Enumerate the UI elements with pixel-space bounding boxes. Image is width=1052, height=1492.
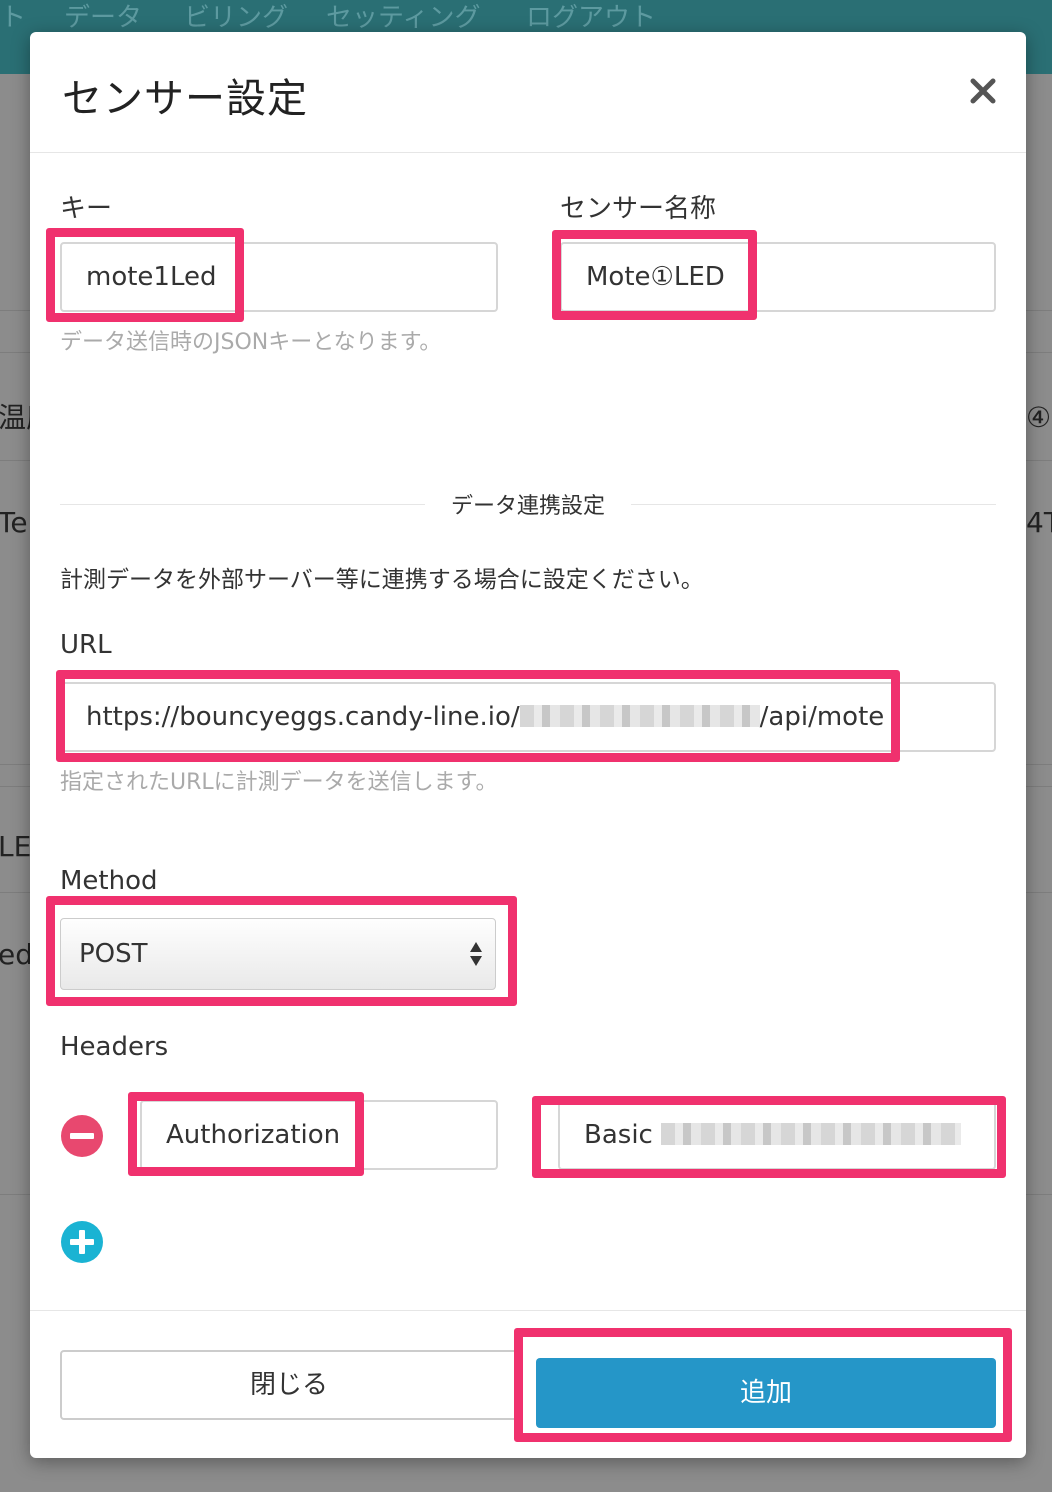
- nav-item-logout[interactable]: ログアウト: [526, 0, 656, 36]
- background-cell-text: LEI: [0, 830, 30, 863]
- background-row-divider: [0, 764, 30, 765]
- background-row-divider: [1026, 460, 1052, 461]
- redacted-text: [519, 704, 760, 727]
- dialog-title: センサー設定: [62, 76, 308, 122]
- nav-item-billing[interactable]: ビリング: [184, 0, 288, 36]
- background-row-divider: [1026, 310, 1052, 311]
- add-button[interactable]: 追加: [536, 1358, 996, 1428]
- background-row-divider: [1026, 352, 1052, 353]
- background-row-divider: [0, 786, 30, 787]
- header-value-input[interactable]: Basic: [558, 1100, 996, 1170]
- sensor-name-input[interactable]: Mote①LED: [560, 242, 996, 312]
- section-title: データ連携設定: [30, 488, 1026, 520]
- background-cell-text: Tem: [0, 506, 30, 539]
- section-title-text: データ連携設定: [424, 494, 631, 519]
- background-row-divider: [1026, 764, 1052, 765]
- redacted-text: [661, 1122, 962, 1145]
- plus-circle-icon[interactable]: [60, 1220, 104, 1264]
- background-row-divider: [0, 1194, 30, 1195]
- url-label: URL: [60, 630, 112, 660]
- background-row-divider: [1026, 786, 1052, 787]
- background-row-divider: [0, 460, 30, 461]
- header-value-prefix: Basic: [584, 1120, 653, 1150]
- url-value-prefix: https://bouncyeggs.candy-line.io/: [86, 702, 520, 732]
- key-label: キー: [60, 194, 113, 224]
- background-cell-text: 温度: [0, 401, 30, 434]
- headers-label: Headers: [60, 1032, 169, 1062]
- header-name-input[interactable]: Authorization: [140, 1100, 498, 1170]
- url-value-suffix: /api/mote: [759, 702, 885, 732]
- method-selected-value: POST: [79, 939, 148, 969]
- background-cell-text: 4Te: [1026, 506, 1052, 539]
- url-help-text: 指定されたURLに計測データを送信します。: [60, 770, 498, 795]
- nav-item-data[interactable]: データ: [64, 0, 142, 36]
- background-row-divider: [0, 352, 30, 353]
- footer-divider: [30, 1310, 1026, 1311]
- url-input[interactable]: https://bouncyeggs.candy-line.io/ /api/mo…: [60, 682, 996, 752]
- background-row-divider: [1026, 892, 1052, 893]
- method-select[interactable]: POST: [60, 918, 496, 990]
- nav-item-settings[interactable]: セッティング: [326, 0, 480, 36]
- close-button[interactable]: 閉じる: [60, 1350, 518, 1420]
- key-help-text: データ送信時のJSONキーとなります。: [60, 330, 442, 355]
- background-row-divider: [0, 310, 30, 311]
- method-label: Method: [60, 866, 158, 896]
- sensor-settings-dialog: センサー設定 キー mote1Led データ送信時のJSONキーとなります。 セ…: [30, 32, 1026, 1458]
- minus-circle-icon[interactable]: [60, 1114, 104, 1158]
- header-divider: [30, 152, 1026, 153]
- key-input[interactable]: mote1Led: [60, 242, 498, 312]
- background-row-divider: [0, 892, 30, 893]
- integration-description: 計測データを外部サーバー等に連携する場合に設定ください。: [60, 567, 704, 593]
- background-cell-text: ed: [0, 938, 30, 971]
- select-arrows-icon: [470, 942, 482, 966]
- close-icon[interactable]: [968, 76, 998, 106]
- sensor-name-label: センサー名称: [560, 194, 717, 224]
- background-cell-text: ④温: [1026, 401, 1052, 434]
- nav-item-partial[interactable]: ト: [0, 0, 26, 36]
- background-row-divider: [1026, 1194, 1052, 1195]
